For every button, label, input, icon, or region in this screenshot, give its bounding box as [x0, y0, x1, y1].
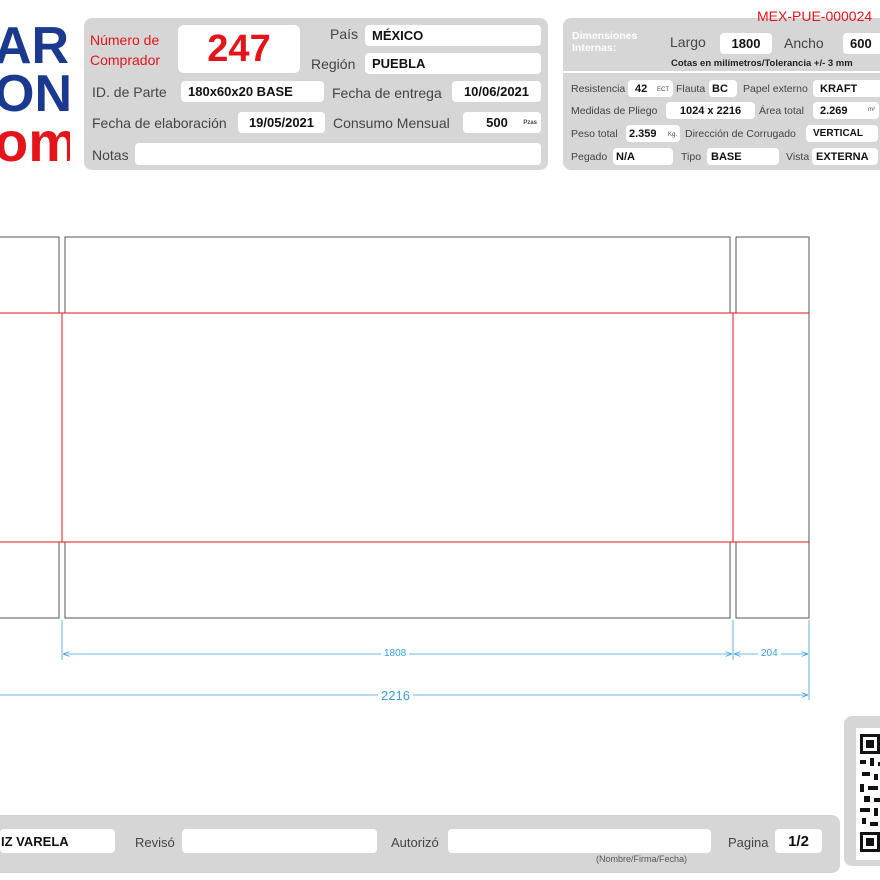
flap-bottom-center: [64, 541, 731, 619]
flap-top-center: [64, 236, 731, 314]
elaborated-by-field[interactable]: IZ VARELA: [0, 829, 115, 853]
reviewed-field[interactable]: [182, 829, 377, 853]
reviewed-label: Revisó: [135, 835, 175, 850]
cut-lines: [0, 236, 810, 619]
dim-main-label: 1808: [381, 648, 410, 659]
page-field: 1/2: [775, 829, 822, 853]
qr-code: [856, 728, 880, 860]
page-label: Pagina: [728, 835, 769, 850]
authorized-label: Autorizó: [391, 835, 439, 850]
dim-side-label: 204: [758, 648, 781, 659]
flap-top-right: [735, 236, 810, 314]
dim-total-label: 2216: [378, 688, 413, 703]
flap-bottom-left: [0, 541, 60, 619]
fold-lines: [0, 312, 809, 543]
authorized-field[interactable]: [448, 829, 711, 853]
flap-bottom-right: [735, 541, 810, 619]
die-line-drawing: [0, 236, 810, 700]
flap-top-left: [0, 236, 60, 314]
signature-hint: (Nombre/Firma/Fecha): [596, 854, 688, 864]
